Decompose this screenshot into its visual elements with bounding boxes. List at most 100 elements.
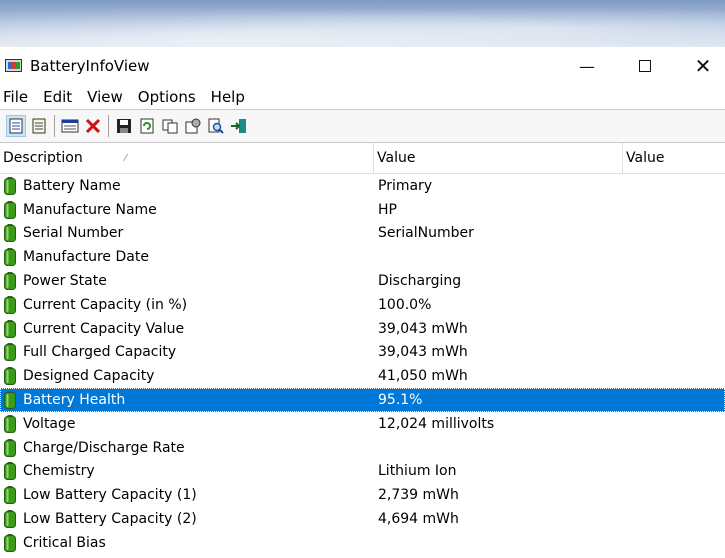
battery-icon (4, 224, 16, 243)
app-battery-icon (5, 59, 22, 72)
row-description-cell: Current Capacity Value (0, 319, 374, 338)
battery-icon (4, 438, 16, 457)
battery-icon (4, 343, 16, 362)
row-description: Manufacture Date (23, 249, 149, 266)
row-value: Primary (378, 177, 433, 194)
row-description-cell: Current Capacity (in %) (0, 295, 374, 314)
menu-options[interactable]: Options (138, 88, 203, 106)
table-row[interactable]: Low Battery Capacity (1) 2,739 mWh (0, 483, 725, 507)
battery-icon (4, 486, 16, 505)
battery-icon (4, 319, 16, 338)
table-row[interactable]: Full Charged Capacity 39,043 mWh (0, 341, 725, 365)
row-description: Manufacture Name (23, 201, 157, 218)
toolbar-separator (108, 115, 109, 137)
table-row[interactable]: Current Capacity (in %) 100.0% (0, 293, 725, 317)
options-icon[interactable] (183, 115, 203, 137)
table-row[interactable]: Battery Health 95.1% (0, 388, 725, 412)
menu-edit[interactable]: Edit (43, 88, 79, 106)
sort-ascending-icon: ⁄ (124, 152, 127, 164)
maximize-icon (639, 60, 651, 72)
row-value: 95.1% (378, 392, 423, 409)
row-value: 12,024 millivolts (378, 415, 495, 432)
table-row[interactable]: Charge/Discharge Rate (0, 436, 725, 460)
row-description-cell: Low Battery Capacity (1) (0, 486, 374, 505)
row-value: 100.0% (378, 296, 432, 313)
row-description-cell: Full Charged Capacity (0, 343, 374, 362)
html-report-icon[interactable] (29, 115, 49, 137)
row-value: Discharging (378, 273, 462, 290)
battery-icon (4, 176, 16, 195)
copy-icon[interactable] (160, 115, 180, 137)
row-description-cell: Low Battery Capacity (2) (0, 510, 374, 529)
battery-icon (4, 462, 16, 481)
row-description: Power State (23, 273, 107, 290)
maximize-button[interactable] (616, 47, 674, 85)
row-description-cell: Voltage (0, 414, 374, 433)
toolbar (0, 109, 725, 143)
table-row[interactable]: Voltage 12,024 millivolts (0, 412, 725, 436)
row-value: HP (378, 201, 397, 218)
row-value: SerialNumber (378, 225, 474, 242)
battery-info-list: Battery Name Primary Manufacture Name HP Ser… (0, 174, 725, 555)
desktop-wallpaper (0, 0, 725, 47)
row-description: Low Battery Capacity (2) (23, 511, 197, 528)
row-description-cell: Chemistry (0, 462, 374, 481)
exit-icon[interactable] (229, 115, 249, 137)
row-description: Charge/Discharge Rate (23, 439, 185, 456)
columns-icon[interactable] (60, 115, 80, 137)
battery-icon (4, 414, 16, 433)
table-row[interactable]: Critical Bias (0, 531, 725, 555)
table-row[interactable]: Power State Discharging (0, 269, 725, 293)
row-description: Full Charged Capacity (23, 344, 177, 361)
properties-icon[interactable] (6, 115, 26, 137)
delete-icon[interactable] (83, 115, 103, 137)
column-header-value[interactable]: Value (374, 143, 623, 173)
title-bar[interactable]: BatteryInfoView — ✕ (0, 47, 725, 85)
menu-bar: File Edit View Options Help (0, 85, 725, 109)
battery-icon (4, 510, 16, 529)
table-row[interactable]: Chemistry Lithium Ion (0, 460, 725, 484)
table-row[interactable]: Manufacture Name HP (0, 198, 725, 222)
row-description-cell: Power State (0, 272, 374, 291)
row-description-cell: Battery Health (0, 391, 374, 410)
column-header-description[interactable]: Description ⁄ (0, 143, 374, 173)
row-description-cell: Designed Capacity (0, 367, 374, 386)
menu-view[interactable]: View (87, 88, 130, 106)
table-row[interactable]: Designed Capacity 41,050 mWh (0, 364, 725, 388)
column-header-label: Description (3, 150, 83, 166)
column-header-value-2[interactable]: Value (623, 143, 725, 173)
find-icon[interactable] (206, 115, 226, 137)
battery-icon (4, 272, 16, 291)
menu-file[interactable]: File (3, 88, 35, 106)
row-description-cell: Critical Bias (0, 533, 374, 552)
battery-icon (4, 295, 16, 314)
close-button[interactable]: ✕ (674, 47, 725, 85)
table-row[interactable]: Manufacture Date (0, 245, 725, 269)
row-value: 41,050 mWh (378, 368, 468, 385)
menu-help[interactable]: Help (211, 88, 252, 106)
table-row[interactable]: Battery Name Primary (0, 174, 725, 198)
row-value: 2,739 mWh (378, 487, 459, 504)
table-row[interactable]: Current Capacity Value 39,043 mWh (0, 317, 725, 341)
app-window: BatteryInfoView — ✕ File Edit View Optio… (0, 47, 725, 558)
minimize-button[interactable]: — (558, 47, 616, 85)
row-description-cell: Manufacture Name (0, 200, 374, 219)
refresh-icon[interactable] (137, 115, 157, 137)
row-value: 39,043 mWh (378, 320, 468, 337)
battery-icon (4, 200, 16, 219)
row-description: Critical Bias (23, 534, 106, 551)
row-description-cell: Serial Number (0, 224, 374, 243)
table-row[interactable]: Serial Number SerialNumber (0, 222, 725, 246)
window-title: BatteryInfoView (30, 57, 150, 75)
row-description: Chemistry (23, 463, 95, 480)
battery-icon (4, 533, 16, 552)
column-header-label: Value (626, 150, 665, 166)
save-icon[interactable] (114, 115, 134, 137)
table-row[interactable]: Low Battery Capacity (2) 4,694 mWh (0, 507, 725, 531)
row-description: Voltage (23, 415, 76, 432)
row-value: Lithium Ion (378, 463, 457, 480)
row-description-cell: Charge/Discharge Rate (0, 438, 374, 457)
row-description: Low Battery Capacity (1) (23, 487, 197, 504)
row-description-cell: Manufacture Date (0, 248, 374, 267)
row-description: Battery Name (23, 177, 121, 194)
